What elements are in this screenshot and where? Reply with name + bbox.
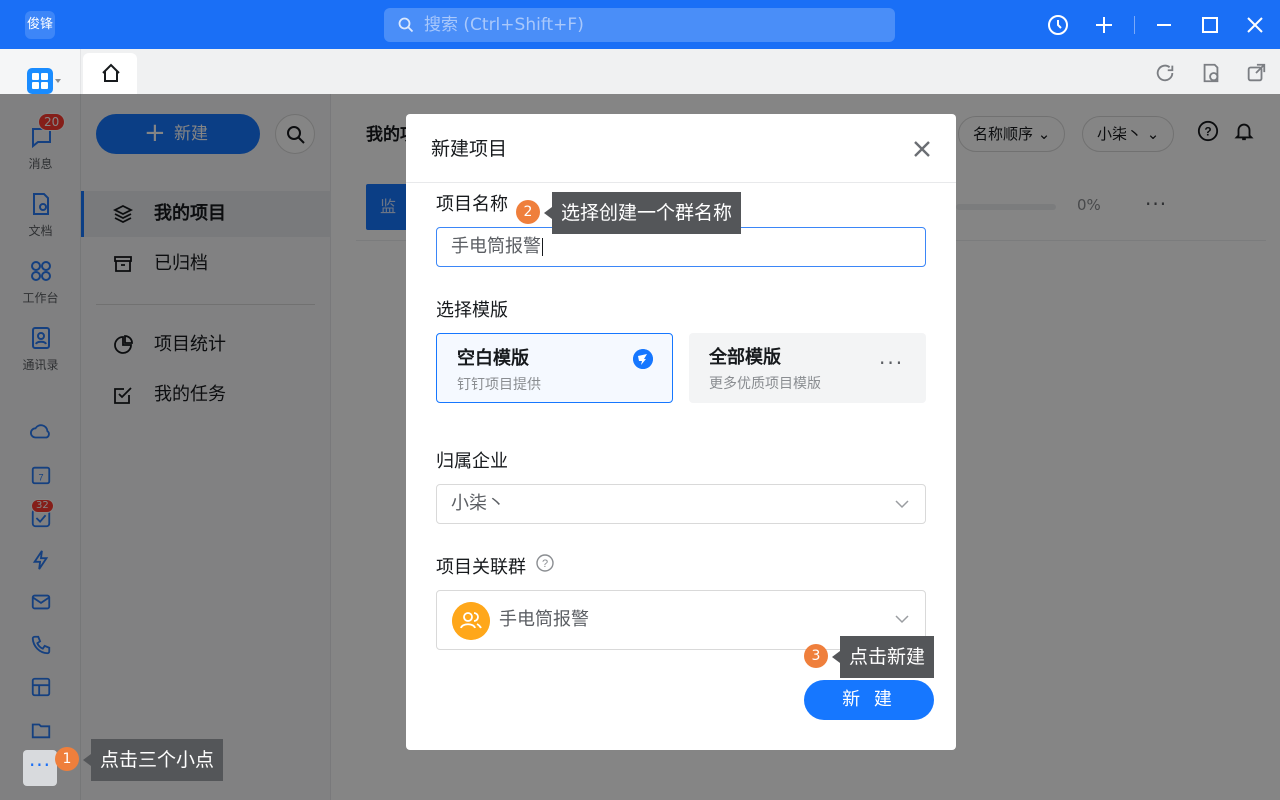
tip-text: 选择创建一个群名称	[561, 202, 733, 224]
group-avatar-icon	[452, 602, 490, 640]
create-button[interactable]: 新 建	[804, 680, 934, 720]
search-placeholder: 搜索 (Ctrl+Shift+F)	[424, 15, 584, 35]
close-icon[interactable]	[911, 138, 933, 160]
maximize-icon[interactable]	[1198, 13, 1222, 37]
help-circle-icon[interactable]: ?	[536, 554, 554, 572]
template-all-card[interactable]: 全部模版 更多优质项目模版 ···	[689, 333, 926, 403]
dingtalk-logo-icon	[633, 349, 653, 369]
svg-text:?: ?	[542, 558, 548, 570]
grid-apps-icon	[26, 68, 61, 94]
title-bar: 俊锋 搜索 (Ctrl+Shift+F)	[0, 0, 1280, 49]
home-icon	[102, 63, 120, 82]
open-external-icon[interactable]	[1245, 62, 1267, 84]
template-name: 全部模版	[709, 347, 781, 368]
org-select-value: 小柒丶	[451, 493, 505, 514]
tab-home[interactable]	[83, 53, 137, 94]
template-label: 选择模版	[436, 300, 508, 321]
chevron-down-icon	[895, 615, 909, 624]
tip-arrow	[832, 651, 840, 663]
user-avatar[interactable]: 俊锋	[25, 11, 55, 39]
step-badge-2: 2	[516, 200, 540, 224]
tab-bar	[81, 49, 1280, 94]
refresh-icon[interactable]	[1154, 62, 1176, 84]
tip-text: 点击新建	[849, 646, 926, 668]
tip-text: 点击三个小点	[100, 749, 215, 771]
search-icon	[398, 17, 414, 33]
org-select[interactable]: 小柒丶	[436, 484, 926, 524]
template-blank-card[interactable]: 空白模版 钉钉项目提供	[436, 333, 673, 403]
dialog-header-divider	[406, 182, 956, 183]
tip-arrow	[83, 754, 91, 766]
project-name-value: 手电筒报警	[451, 236, 541, 257]
project-name-label: 项目名称	[436, 194, 508, 215]
dialog-title: 新建项目	[431, 138, 508, 160]
tip-arrow	[544, 207, 552, 219]
more-apps-button[interactable]: ···	[23, 750, 57, 786]
recent-doc-icon[interactable]	[1200, 62, 1222, 84]
titlebar-divider	[1134, 16, 1135, 34]
step-badge-1: 1	[55, 747, 79, 771]
more-icon: ···	[879, 351, 905, 375]
group-field-label: 项目关联群	[436, 557, 526, 578]
history-icon[interactable]	[1046, 13, 1070, 37]
group-select-value: 手电筒报警	[499, 609, 589, 630]
minimize-icon[interactable]	[1152, 13, 1176, 37]
tip-step-1: 点击三个小点	[83, 739, 224, 781]
tip-step-2: 选择创建一个群名称	[544, 192, 742, 234]
step-badge-3: 3	[804, 644, 828, 668]
org-field-label: 归属企业	[436, 451, 508, 472]
close-window-icon[interactable]	[1243, 13, 1267, 37]
global-search-input[interactable]: 搜索 (Ctrl+Shift+F)	[384, 8, 895, 42]
template-sub: 更多优质项目模版	[709, 376, 821, 392]
template-sub: 钉钉项目提供	[457, 377, 541, 393]
template-name: 空白模版	[457, 348, 529, 369]
add-icon[interactable]	[1092, 13, 1116, 37]
tip-step-3: 点击新建	[832, 636, 935, 678]
chevron-down-icon	[895, 500, 909, 509]
text-caret	[542, 238, 543, 256]
